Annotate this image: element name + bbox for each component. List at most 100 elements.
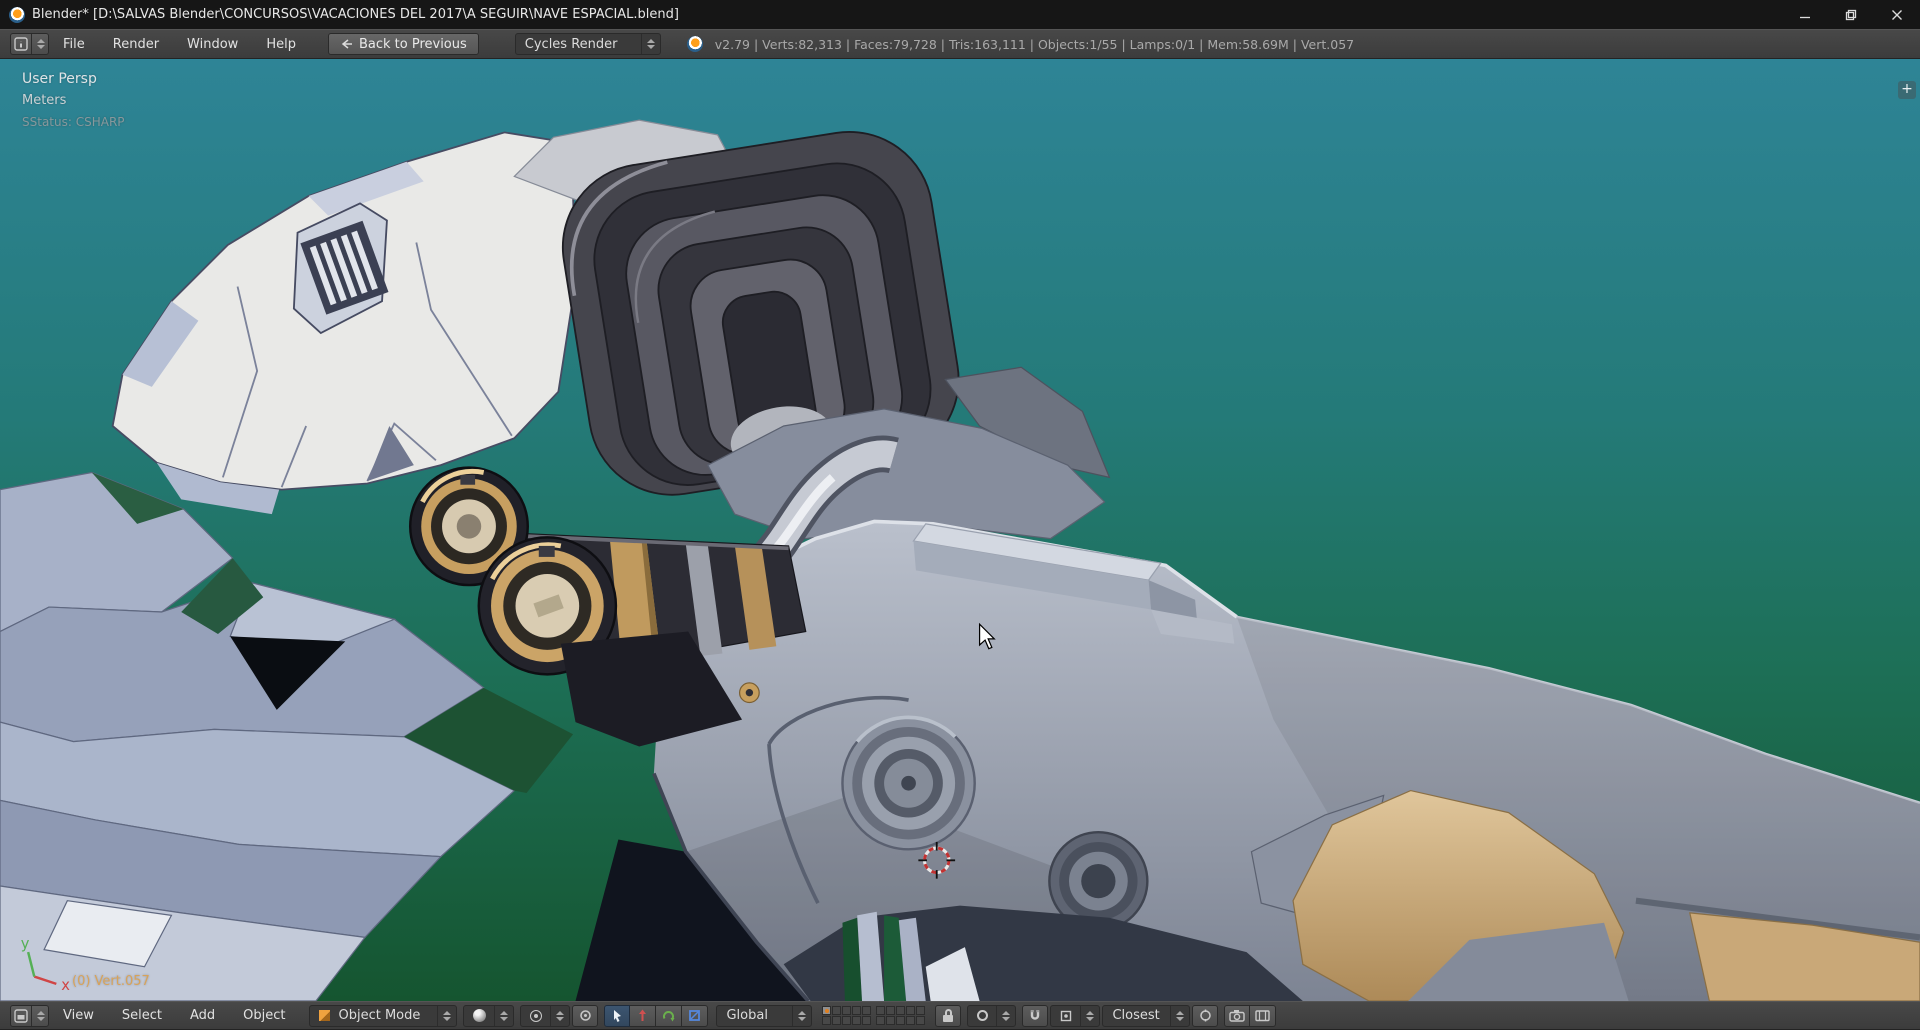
- pivot-align-icon: [580, 1010, 591, 1021]
- layer-toggle[interactable]: [906, 1006, 916, 1015]
- opengl-render-still-button[interactable]: [1224, 1004, 1251, 1027]
- blender-logo-icon: [686, 36, 703, 52]
- layer-toggle[interactable]: [822, 1016, 832, 1025]
- layer-toggle[interactable]: [896, 1006, 906, 1015]
- menu-render[interactable]: Render: [99, 30, 173, 58]
- snap-element-stepper[interactable]: [1080, 1005, 1095, 1026]
- layer-toggle[interactable]: [842, 1016, 852, 1025]
- rotate-manipulator-button[interactable]: [656, 1004, 683, 1027]
- layer-toggle[interactable]: [876, 1016, 886, 1025]
- layer-toggle[interactable]: [886, 1006, 896, 1015]
- layers-group-1: [822, 1006, 872, 1025]
- render-engine-stepper[interactable]: [640, 34, 655, 54]
- rotate-icon: [663, 1011, 675, 1022]
- viewport-status-label: SStatus: CSHARP: [22, 115, 125, 129]
- opengl-render-anim-button[interactable]: [1250, 1004, 1277, 1027]
- back-arrow-icon: [341, 39, 352, 49]
- pivot-stepper[interactable]: [550, 1005, 565, 1026]
- back-to-previous-label: Back to Previous: [358, 36, 467, 52]
- orientation-stepper[interactable]: [792, 1005, 807, 1026]
- layer-toggle[interactable]: [832, 1006, 842, 1015]
- view3d-editor-icon: [14, 1008, 28, 1023]
- scale-manipulator-button[interactable]: [682, 1004, 709, 1027]
- scale-icon: [689, 1010, 701, 1021]
- opengl-render-buttons: [1224, 1004, 1277, 1027]
- view3d-header-bar: View Select Add Object Object Mode Globa…: [0, 1001, 1920, 1030]
- viewport-3d[interactable]: x y User Persp Meters SStatus: CSHARP (0…: [0, 59, 1920, 1001]
- mode-stepper[interactable]: [437, 1005, 452, 1026]
- layer-toggle[interactable]: [886, 1016, 896, 1025]
- snap-peel-toggle[interactable]: [1192, 1004, 1219, 1027]
- transform-orientation-select[interactable]: Global: [716, 1004, 813, 1027]
- snap-target-select[interactable]: Closest: [1102, 1004, 1191, 1027]
- menu-file[interactable]: File: [49, 30, 99, 58]
- pivot-point-icon: [530, 1009, 543, 1022]
- axis-x-label: x: [61, 977, 70, 994]
- restore-button[interactable]: [1828, 0, 1874, 29]
- toolshelf-expand-button[interactable]: +: [1898, 81, 1916, 99]
- layer-toggle[interactable]: [822, 1006, 832, 1015]
- shading-stepper[interactable]: [494, 1005, 509, 1026]
- translate-manipulator-button[interactable]: [630, 1004, 657, 1027]
- blender-logo-icon: [9, 6, 25, 23]
- layer-toggle[interactable]: [916, 1006, 926, 1015]
- viewport-scene[interactable]: x y: [0, 59, 1920, 1001]
- menu-select[interactable]: Select: [108, 1002, 176, 1029]
- layer-toggle[interactable]: [916, 1016, 926, 1025]
- editor-type-stepper[interactable]: [31, 34, 45, 54]
- translate-icon: [639, 1009, 647, 1021]
- pivot-align-toggle[interactable]: [572, 1004, 599, 1027]
- menu-object[interactable]: Object: [229, 1002, 299, 1029]
- snap-toggle-button[interactable]: [1022, 1004, 1049, 1027]
- info-editor-icon: [14, 37, 28, 51]
- layer-toggle[interactable]: [896, 1016, 906, 1025]
- layer-toggle[interactable]: [876, 1006, 886, 1015]
- snap-target-value: Closest: [1112, 1008, 1160, 1023]
- editor-type-select[interactable]: [10, 1004, 49, 1027]
- proportional-stepper[interactable]: [996, 1005, 1011, 1026]
- manipulator-toggle[interactable]: [604, 1004, 631, 1027]
- manipulator-toggles: [604, 1004, 709, 1027]
- proportional-edit-select[interactable]: [967, 1004, 1017, 1027]
- title-bar: Blender* [D:\SALVAS Blender\CONCURSOS\VA…: [0, 0, 1920, 29]
- layer-toggle[interactable]: [862, 1006, 872, 1015]
- render-engine-select[interactable]: Cycles Render: [514, 33, 661, 55]
- orientation-value: Global: [726, 1008, 768, 1023]
- layer-toggle[interactable]: [852, 1016, 862, 1025]
- layers-group-2: [876, 1006, 926, 1025]
- object-mode-icon: [319, 1010, 331, 1021]
- layer-toggle[interactable]: [862, 1016, 872, 1025]
- viewport-units-label: Meters: [22, 93, 67, 108]
- editor-type-stepper[interactable]: [31, 1005, 45, 1026]
- layers-widget: [822, 1006, 926, 1025]
- mode-value: Object Mode: [338, 1008, 421, 1023]
- close-button[interactable]: [1874, 0, 1920, 29]
- layer-toggle[interactable]: [842, 1006, 852, 1015]
- snap-element-icon: [1061, 1010, 1072, 1021]
- scene-lock-button[interactable]: [935, 1004, 962, 1027]
- menu-help[interactable]: Help: [252, 30, 310, 58]
- viewport-shading-select[interactable]: [463, 1004, 515, 1027]
- wing-port-large[interactable]: [841, 715, 976, 851]
- proportional-edit-icon: [977, 1010, 989, 1021]
- menu-add[interactable]: Add: [176, 1002, 229, 1029]
- layer-toggle[interactable]: [832, 1016, 842, 1025]
- snap-target-stepper[interactable]: [1170, 1005, 1185, 1026]
- pivot-point-select[interactable]: [520, 1004, 571, 1027]
- back-to-previous-button[interactable]: Back to Previous: [327, 33, 479, 55]
- snap-element-select[interactable]: [1050, 1004, 1101, 1027]
- window-controls: [1782, 0, 1920, 29]
- menu-window[interactable]: Window: [173, 30, 252, 58]
- menu-view[interactable]: View: [49, 1002, 108, 1029]
- minimize-icon: [1800, 16, 1810, 18]
- magnet-icon: [1031, 1010, 1040, 1020]
- camera-icon: [1229, 1010, 1245, 1022]
- minimize-button[interactable]: [1782, 0, 1828, 29]
- info-header-bar: File Render Window Help Back to Previous…: [0, 29, 1920, 59]
- layer-toggle[interactable]: [906, 1016, 916, 1025]
- axis-y-label: y: [21, 935, 30, 952]
- editor-type-select[interactable]: [10, 33, 49, 55]
- render-engine-value: Cycles Render: [524, 36, 618, 52]
- layer-toggle[interactable]: [852, 1006, 862, 1015]
- mode-select[interactable]: Object Mode: [309, 1004, 458, 1027]
